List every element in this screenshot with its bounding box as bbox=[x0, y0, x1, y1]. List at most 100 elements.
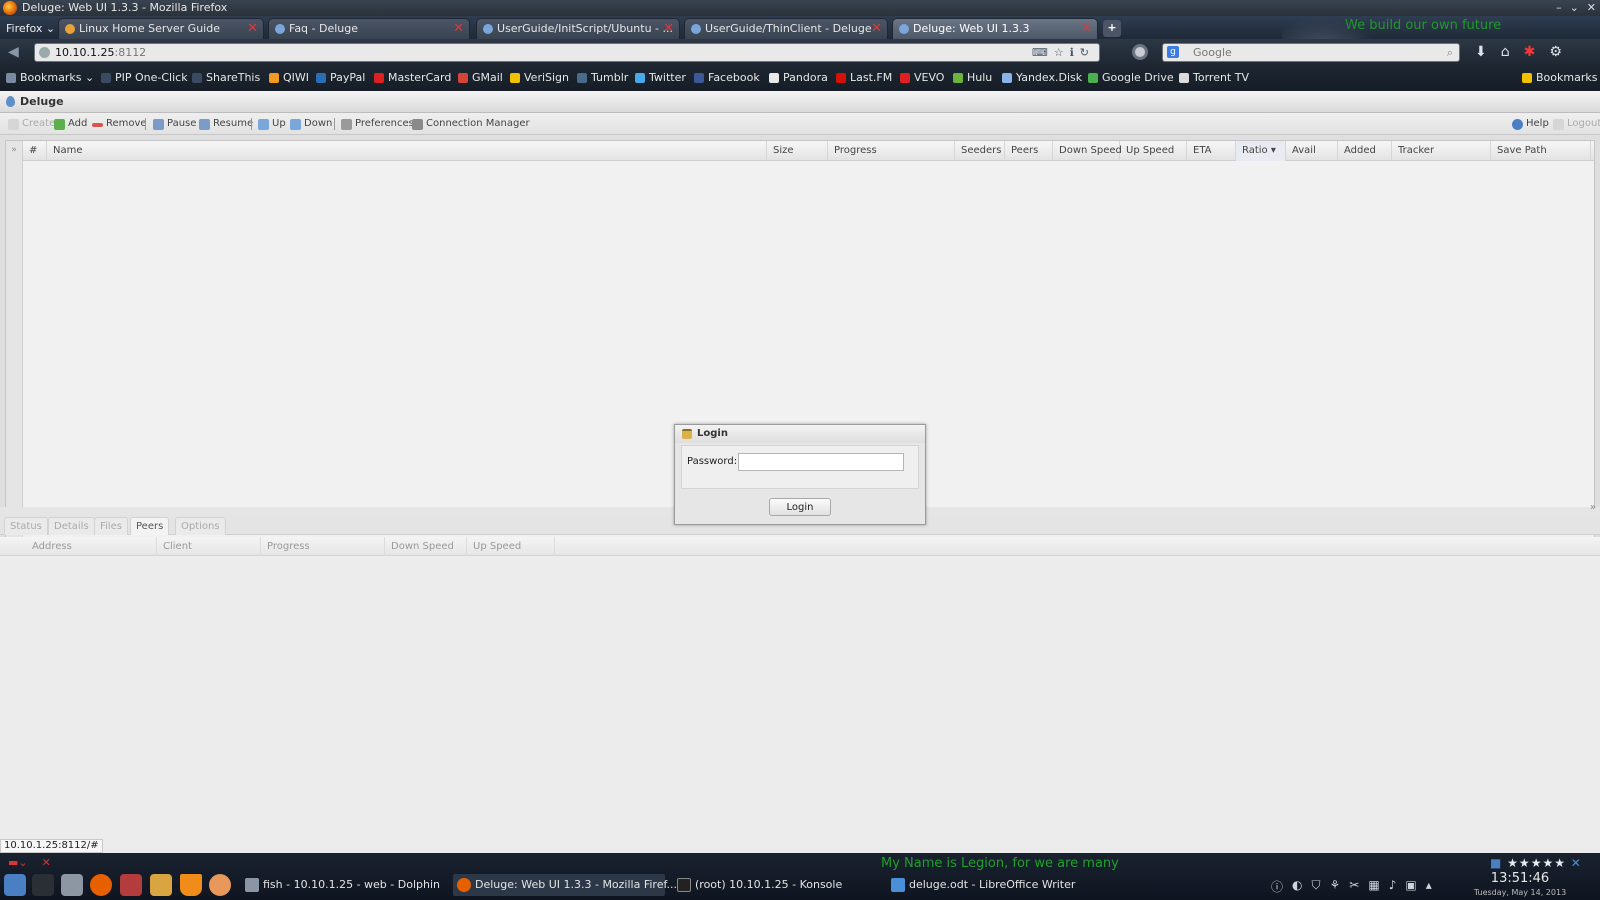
bookmark-google-drive[interactable]: Google Drive bbox=[1088, 71, 1174, 85]
column-header[interactable]: Peers bbox=[1005, 141, 1053, 161]
column-header[interactable]: Size bbox=[767, 141, 828, 161]
keyboard-icon[interactable]: ⌨ bbox=[1032, 44, 1048, 61]
bookmark-twitter[interactable]: Twitter bbox=[635, 71, 686, 85]
close-tab-icon[interactable]: ✕ bbox=[247, 19, 258, 39]
new-tab-button[interactable]: + bbox=[1103, 20, 1121, 37]
url-bar[interactable]: 10.10.1.25:8112 ⌨ ☆ ℹ ↻ bbox=[34, 43, 1100, 62]
peers-column-header[interactable]: Address bbox=[26, 537, 157, 556]
keyboard-layout-flag-icon[interactable]: ▦ bbox=[1368, 878, 1379, 895]
kde-icon[interactable]: ■ bbox=[1490, 856, 1502, 870]
battery-icon[interactable]: ▬⌄ bbox=[8, 856, 28, 869]
volume-icon[interactable]: ♪ bbox=[1389, 878, 1397, 895]
google-engine-icon[interactable]: g bbox=[1167, 46, 1179, 58]
create-button[interactable]: Create bbox=[8, 117, 55, 131]
firefox-menu-button[interactable]: Firefox ⌄ bbox=[0, 19, 61, 39]
tab-options[interactable]: Options bbox=[175, 517, 226, 535]
column-header[interactable]: Name bbox=[47, 141, 767, 161]
bookmark-bookmarks-right[interactable]: Bookmarks bbox=[1522, 71, 1597, 85]
resume-button[interactable]: Resume bbox=[199, 117, 253, 131]
bookmark-pandora[interactable]: Pandora bbox=[769, 71, 828, 85]
file-manager-launcher-icon[interactable] bbox=[61, 874, 83, 896]
app-tray-icon[interactable]: ◐ bbox=[1292, 878, 1302, 895]
tab-faq-deluge[interactable]: Faq - Deluge ✕ bbox=[268, 18, 470, 39]
close-widget-icon[interactable]: ✕ bbox=[42, 856, 51, 869]
minimize-icon[interactable]: – bbox=[1556, 0, 1562, 16]
peers-column-header[interactable]: Down Speed bbox=[385, 537, 467, 556]
password-field[interactable] bbox=[738, 453, 904, 471]
search-bar[interactable]: g Google ⌕ bbox=[1162, 43, 1460, 62]
tools-tray-icon[interactable]: ✂ bbox=[1349, 878, 1359, 895]
column-header[interactable]: Up Speed bbox=[1120, 141, 1187, 161]
close-tab-icon[interactable]: ✕ bbox=[1081, 19, 1092, 39]
peers-column-header[interactable]: Client bbox=[157, 537, 261, 556]
vlc-launcher-icon[interactable] bbox=[180, 874, 202, 896]
bookmark-facebook[interactable]: Facebook bbox=[694, 71, 760, 85]
close-window-icon[interactable]: ✕ bbox=[1587, 0, 1596, 16]
close-tab-icon[interactable]: ✕ bbox=[453, 19, 464, 39]
close-tab-icon[interactable]: ✕ bbox=[663, 19, 674, 39]
logout-button[interactable]: Logout bbox=[1553, 117, 1600, 131]
bookmark-bookmarks-menu[interactable]: Bookmarks ⌄ bbox=[6, 71, 94, 85]
bookmark-paypal[interactable]: PayPal bbox=[316, 71, 365, 85]
bookmark-vevo[interactable]: VEVO bbox=[900, 71, 944, 85]
bookmark-lastfm[interactable]: Last.FM bbox=[836, 71, 892, 85]
task-dolphin[interactable]: fish - 10.10.1.25 - web - Dolphin bbox=[241, 874, 444, 896]
tab-peers[interactable]: Peers bbox=[130, 517, 170, 535]
task-konsole[interactable]: (root) 10.10.1.25 - Konsole bbox=[673, 874, 873, 896]
connection-manager-button[interactable]: Connection Manager bbox=[412, 117, 530, 131]
peers-column-header[interactable]: Up Speed bbox=[467, 537, 555, 556]
tab-initscript-ubuntu[interactable]: UserGuide/InitScript/Ubuntu - ... ✕ bbox=[476, 18, 680, 39]
queue-down-button[interactable]: Down bbox=[290, 117, 332, 131]
bookmark-pip-one-click[interactable]: PIP One-Click bbox=[101, 71, 188, 85]
column-header[interactable]: Down Speed bbox=[1053, 141, 1122, 161]
column-header[interactable]: ETA bbox=[1187, 141, 1236, 161]
menu-icon[interactable]: ⚙ bbox=[1549, 44, 1562, 60]
column-header-sorted[interactable]: Ratio ▾ bbox=[1236, 141, 1286, 161]
home-icon[interactable]: ⌂ bbox=[1501, 44, 1510, 60]
bookmark-mastercard[interactable]: MasterCard bbox=[374, 71, 451, 85]
peers-column-header[interactable]: Progress bbox=[261, 537, 385, 556]
bookmark-star-icon[interactable]: ☆ bbox=[1054, 44, 1064, 61]
add-button[interactable]: Add bbox=[54, 117, 87, 131]
reload-icon[interactable]: ↻ bbox=[1080, 44, 1089, 61]
column-header[interactable]: Added bbox=[1338, 141, 1392, 161]
info-icon[interactable]: ℹ bbox=[1070, 44, 1074, 61]
tab-deluge-web-ui[interactable]: Deluge: Web UI 1.3.3 ✕ bbox=[892, 18, 1098, 39]
back-arrow-icon[interactable]: ◀ bbox=[8, 44, 26, 60]
network-tray-icon[interactable]: ⚘ bbox=[1330, 878, 1341, 895]
tray-expand-icon[interactable]: ▴ bbox=[1426, 878, 1432, 895]
terminal-launcher-icon[interactable] bbox=[32, 874, 54, 896]
site-identity-icon[interactable] bbox=[39, 47, 50, 58]
tab-files[interactable]: Files bbox=[94, 517, 128, 535]
maximize-icon[interactable]: ⌄ bbox=[1570, 0, 1579, 16]
tab-details[interactable]: Details bbox=[48, 517, 95, 535]
bookmark-tumblr[interactable]: Tumblr bbox=[577, 71, 628, 85]
bookmark-hulu[interactable]: Hulu bbox=[953, 71, 992, 85]
app-launcher-icon-2[interactable] bbox=[150, 874, 172, 896]
bookmark-verisign[interactable]: VeriSign bbox=[510, 71, 569, 85]
collapse-panel-icon[interactable]: » bbox=[1590, 502, 1596, 513]
sync-status-icon[interactable] bbox=[1132, 44, 1148, 60]
shield-icon[interactable]: ⛉ bbox=[1312, 878, 1321, 895]
tab-thinclient-deluge[interactable]: UserGuide/ThinClient - Deluge ✕ bbox=[684, 18, 888, 39]
app-launcher-icon-3[interactable] bbox=[209, 874, 231, 896]
login-dialog-title[interactable]: Login bbox=[675, 425, 925, 443]
addon-icon[interactable]: ✱ bbox=[1524, 44, 1536, 60]
task-libreoffice-writer[interactable]: deluge.odt - LibreOffice Writer bbox=[887, 874, 1087, 896]
bookmark-sharethis[interactable]: ShareThis bbox=[192, 71, 260, 85]
queue-up-button[interactable]: Up bbox=[258, 117, 286, 131]
column-header[interactable]: Avail bbox=[1286, 141, 1338, 161]
app-launcher-icon[interactable] bbox=[4, 874, 26, 896]
tab-status[interactable]: Status bbox=[4, 517, 48, 535]
bookmark-torrent-tv[interactable]: Torrent TV bbox=[1179, 71, 1249, 85]
tab-linux-home-server-guide[interactable]: Linux Home Server Guide ✕ bbox=[58, 18, 264, 39]
bookmark-gmail[interactable]: GMail bbox=[458, 71, 503, 85]
close-tab-icon[interactable]: ✕ bbox=[871, 19, 882, 39]
clipboard-icon[interactable]: ▣ bbox=[1405, 878, 1416, 895]
search-icon[interactable]: ⌕ bbox=[1447, 44, 1453, 61]
column-header[interactable]: # bbox=[23, 141, 47, 161]
firefox-launcher-icon[interactable] bbox=[90, 874, 112, 896]
column-header[interactable]: Seeders bbox=[955, 141, 1005, 161]
download-icon[interactable]: ⬇ bbox=[1475, 44, 1487, 60]
column-header[interactable]: Save Path bbox=[1491, 141, 1591, 161]
